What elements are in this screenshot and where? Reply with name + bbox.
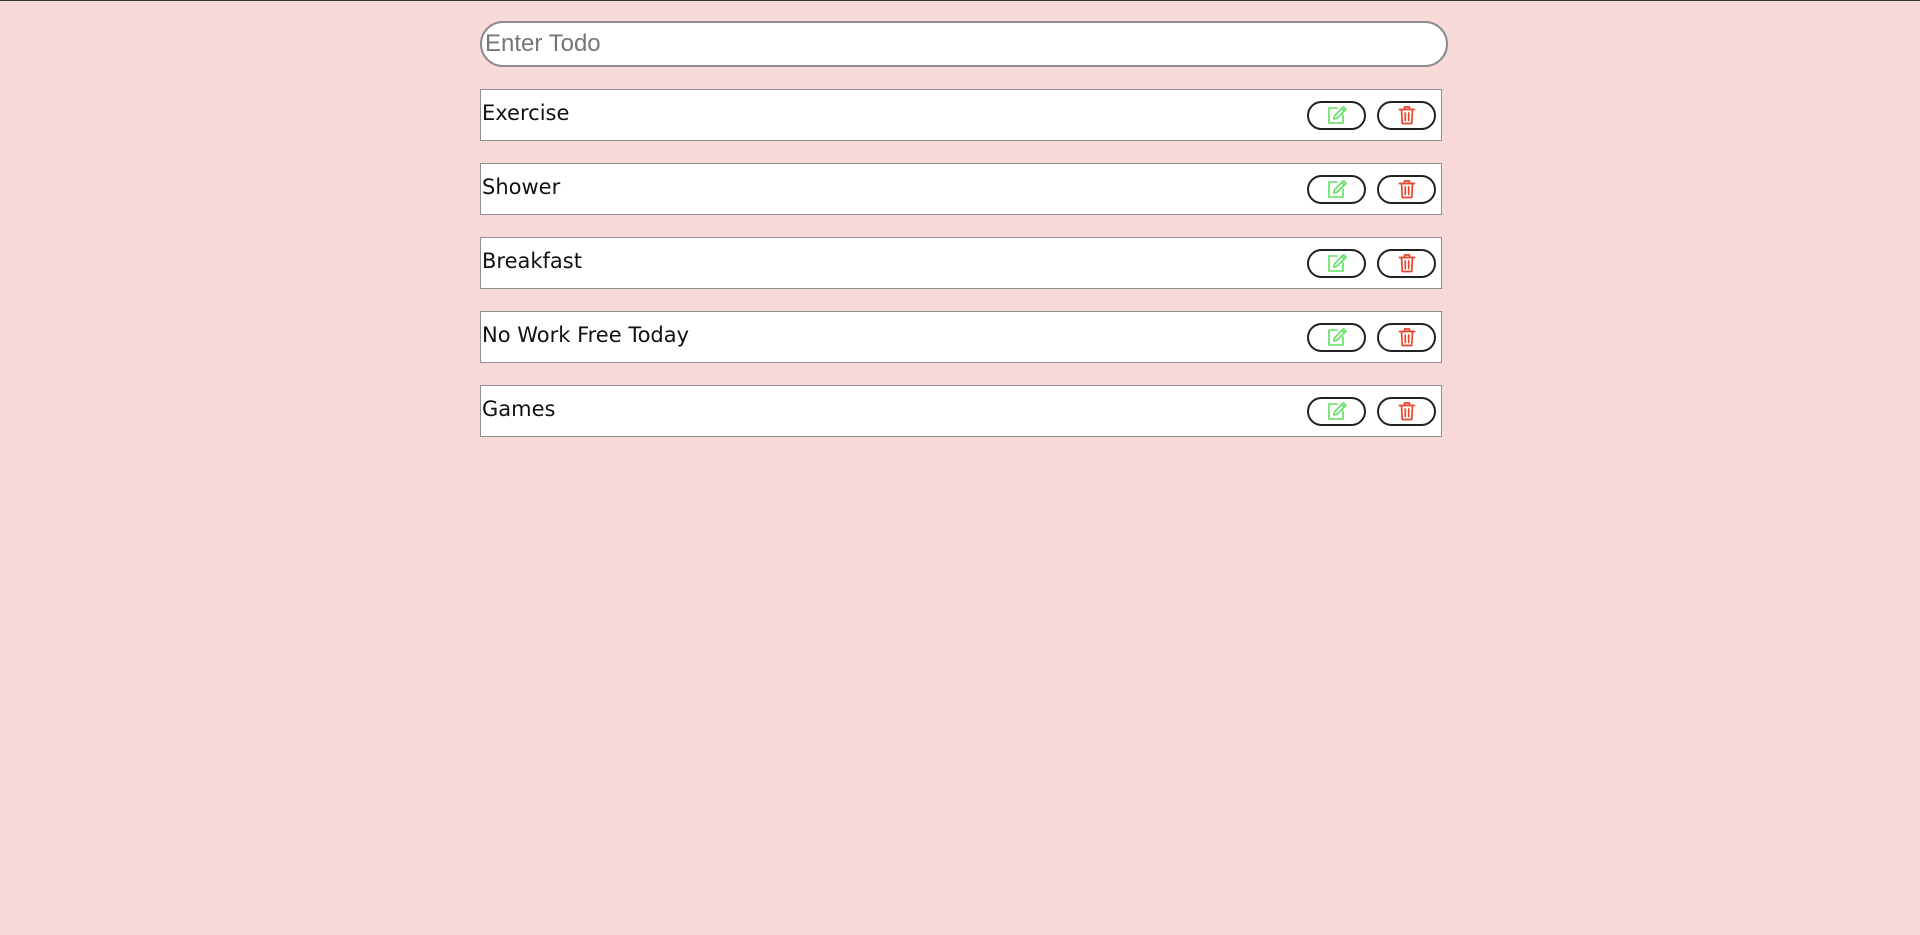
delete-button[interactable]	[1377, 174, 1436, 204]
todo-item: Exercise	[480, 89, 1442, 141]
trash-icon	[1398, 106, 1415, 125]
edit-button[interactable]	[1307, 100, 1366, 130]
delete-button[interactable]	[1377, 396, 1436, 426]
trash-icon	[1398, 180, 1415, 199]
todo-item: Games	[480, 385, 1442, 437]
trash-icon	[1398, 402, 1415, 421]
edit-button[interactable]	[1307, 174, 1366, 204]
todo-item-text: Exercise	[482, 101, 570, 125]
edit-icon	[1327, 402, 1347, 420]
todo-item-text: Breakfast	[482, 249, 582, 273]
todo-item-text: No Work Free Today	[482, 323, 690, 347]
todo-item-text: Games	[482, 397, 556, 421]
delete-button[interactable]	[1377, 322, 1436, 352]
todo-item-actions	[1307, 396, 1436, 426]
todo-item-actions	[1307, 248, 1436, 278]
edit-icon	[1327, 106, 1347, 124]
todo-item-text: Shower	[482, 175, 561, 199]
delete-button[interactable]	[1377, 100, 1436, 130]
todo-list: Exercise Shower Breakfast No Work Free T…	[480, 89, 1442, 437]
todo-input[interactable]	[480, 21, 1448, 67]
edit-button[interactable]	[1307, 396, 1366, 426]
todo-item: Breakfast	[480, 237, 1442, 289]
todo-item-actions	[1307, 100, 1436, 130]
delete-button[interactable]	[1377, 248, 1436, 278]
trash-icon	[1398, 254, 1415, 273]
edit-icon	[1327, 180, 1347, 198]
edit-icon	[1327, 328, 1347, 346]
todo-item-actions	[1307, 174, 1436, 204]
edit-icon	[1327, 254, 1347, 272]
trash-icon	[1398, 328, 1415, 347]
edit-button[interactable]	[1307, 322, 1366, 352]
todo-item: No Work Free Today	[480, 311, 1442, 363]
top-border-line	[0, 0, 1920, 1]
edit-button[interactable]	[1307, 248, 1366, 278]
todo-app: Exercise	[480, 21, 1448, 459]
todo-item: Shower	[480, 163, 1442, 215]
todo-item-actions	[1307, 322, 1436, 352]
